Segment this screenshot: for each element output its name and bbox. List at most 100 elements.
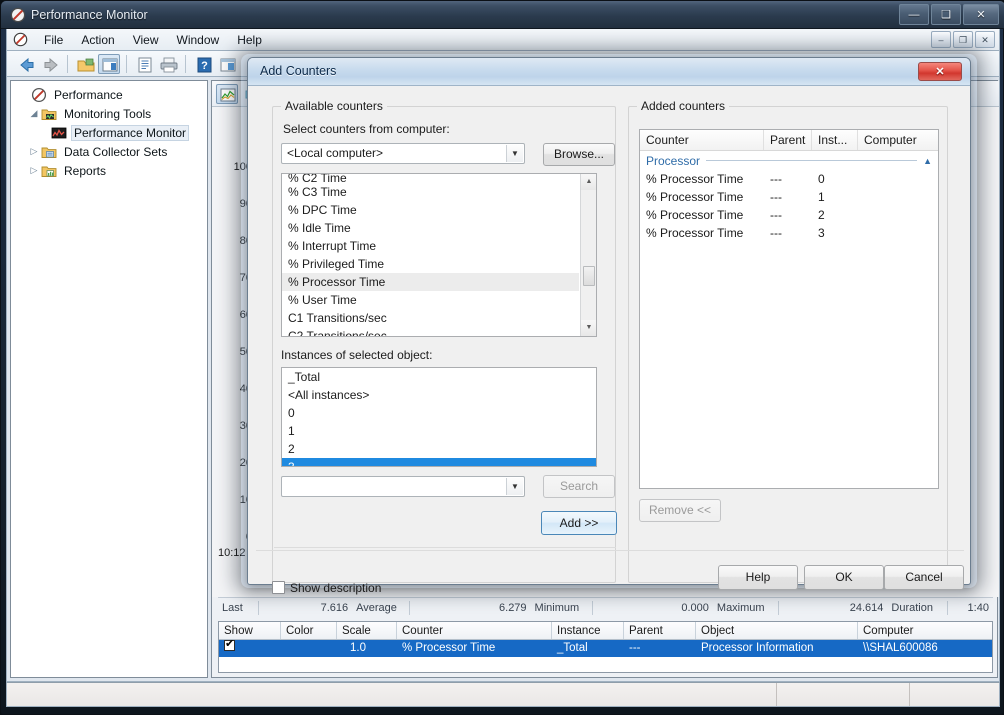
instance-list-item[interactable]: _Total <box>282 368 596 386</box>
legend-show-checkbox-cell[interactable] <box>219 640 281 657</box>
menu-view[interactable]: View <box>124 31 168 49</box>
chevron-down-icon[interactable]: ▼ <box>506 478 523 495</box>
legend-scale-cell[interactable]: 1.0 <box>345 640 405 657</box>
properties-icon[interactable] <box>98 54 120 74</box>
legend-parent-cell[interactable]: --- <box>624 640 696 657</box>
instance-list-item-selected[interactable]: 3 <box>282 458 596 466</box>
menu-window[interactable]: Window <box>168 31 229 49</box>
mdi-restore-button[interactable]: ❐ <box>953 31 973 48</box>
tree-twisty-collapsed[interactable]: ▷ <box>27 165 41 176</box>
chart-view-icon[interactable] <box>216 84 238 104</box>
export-list-icon[interactable] <box>133 54 155 74</box>
menu-file[interactable]: File <box>35 31 72 49</box>
counter-list-item[interactable]: % C3 Time <box>282 183 579 201</box>
dialog-body: Available counters Select counters from … <box>248 86 970 595</box>
legend-col-show[interactable]: Show <box>219 622 281 639</box>
legend-col-instance[interactable]: Instance <box>552 622 624 639</box>
legend-computer-cell[interactable]: \\SHAL600086 <box>858 640 992 657</box>
counter-list-item-selected[interactable]: % Processor Time <box>282 273 579 291</box>
available-counters-list[interactable]: % C2 Time % C3 Time % DPC Time % Idle Ti… <box>281 173 597 337</box>
legend-col-counter[interactable]: Counter <box>397 622 552 639</box>
print-icon[interactable] <box>157 54 179 74</box>
legend-row[interactable]: 1.0 % Processor Time _Total --- Processo… <box>219 640 992 657</box>
instance-list-item[interactable]: 2 <box>282 440 596 458</box>
added-col-counter[interactable]: Counter <box>640 130 764 150</box>
added-counter-row[interactable]: % Processor Time --- 3 <box>640 224 938 242</box>
new-window-icon[interactable] <box>216 54 238 74</box>
back-arrow-icon[interactable] <box>15 54 37 74</box>
ok-button[interactable]: OK <box>804 565 884 590</box>
tree-node-reports[interactable]: ▷ Reports <box>11 161 207 180</box>
chevron-down-icon[interactable]: ▼ <box>506 145 523 162</box>
counter-list-item[interactable]: % DPC Time <box>282 201 579 219</box>
added-counter-row[interactable]: % Processor Time --- 2 <box>640 206 938 224</box>
maximize-button[interactable]: ❑ <box>931 4 961 25</box>
legend-col-scale[interactable]: Scale <box>337 622 397 639</box>
search-combo[interactable]: ▼ <box>281 476 525 497</box>
show-hide-console-tree-icon[interactable] <box>74 54 96 74</box>
instance-list-item[interactable]: 0 <box>282 404 596 422</box>
menu-help[interactable]: Help <box>228 31 271 49</box>
legend-col-object[interactable]: Object <box>696 622 858 639</box>
menu-action[interactable]: Action <box>72 31 123 49</box>
tree-twisty-expanded[interactable]: ◢ <box>27 108 41 119</box>
legend-object-cell[interactable]: Processor Information <box>696 640 858 657</box>
counters-list-scrollbar[interactable]: ▲ ▼ <box>580 174 596 336</box>
show-description-label[interactable]: Show description <box>290 581 381 595</box>
added-counter-row[interactable]: % Processor Time --- 1 <box>640 188 938 206</box>
dialog-close-button[interactable]: ✕ <box>918 62 962 81</box>
added-counters-grid[interactable]: Counter Parent Inst... Computer Processo… <box>639 129 939 489</box>
counter-list-item[interactable]: % User Time <box>282 291 579 309</box>
instances-list[interactable]: _Total <All instances> 0 1 2 3 <box>281 367 597 467</box>
legend-col-computer[interactable]: Computer <box>858 622 992 639</box>
cancel-button[interactable]: Cancel <box>884 565 964 590</box>
instance-list-item[interactable]: <All instances> <box>282 386 596 404</box>
mdi-close-button[interactable]: ✕ <box>975 31 995 48</box>
minimize-button[interactable]: — <box>899 4 929 25</box>
counter-list-item[interactable]: C2 Transitions/sec <box>282 327 579 336</box>
help-icon[interactable]: ? <box>192 54 214 74</box>
graph-statistics-row: Last 7.616 Average 6.279 Minimum 0.000 M… <box>218 597 993 617</box>
window-controls: — ❑ ✕ <box>899 4 999 25</box>
show-checkbox[interactable] <box>224 640 235 651</box>
tree-node-monitoring-tools[interactable]: ◢ Monitoring Tools <box>11 104 207 123</box>
scrollbar-thumb[interactable] <box>583 266 595 286</box>
added-col-parent[interactable]: Parent <box>764 130 812 150</box>
counter-list-item[interactable]: % Privileged Time <box>282 255 579 273</box>
counter-list-item[interactable]: % Idle Time <box>282 219 579 237</box>
counter-list-item[interactable]: % C2 Time <box>282 174 579 183</box>
counter-list-item[interactable]: % Interrupt Time <box>282 237 579 255</box>
show-description-checkbox[interactable] <box>272 581 285 594</box>
mdi-minimize-button[interactable]: – <box>931 31 951 48</box>
forward-arrow-icon[interactable] <box>39 54 61 74</box>
scroll-up-icon[interactable]: ▲ <box>581 174 596 190</box>
chevron-up-icon[interactable]: ▲ <box>917 156 932 166</box>
legend-col-color[interactable]: Color <box>281 622 337 639</box>
legend-col-parent[interactable]: Parent <box>624 622 696 639</box>
scroll-down-icon[interactable]: ▼ <box>581 320 596 336</box>
select-computer-label: Select counters from computer: <box>283 122 450 136</box>
tree-node-performance[interactable]: Performance <box>11 85 207 104</box>
computer-select[interactable]: <Local computer> ▼ <box>281 143 525 164</box>
cancel-button-label: Cancel <box>905 570 943 584</box>
added-group-row-processor[interactable]: Processor ▲ <box>640 151 938 170</box>
remove-button[interactable]: Remove << <box>639 499 721 522</box>
counter-list-item[interactable]: C1 Transitions/sec <box>282 309 579 327</box>
added-col-instance[interactable]: Inst... <box>812 130 858 150</box>
search-button[interactable]: Search <box>543 475 615 498</box>
legend-counter-cell[interactable]: % Processor Time <box>397 640 552 657</box>
help-button[interactable]: Help <box>718 565 798 590</box>
folder-data-icon <box>41 144 57 160</box>
tree-node-performance-monitor[interactable]: Performance Monitor <box>11 123 207 142</box>
instance-list-item[interactable]: 1 <box>282 422 596 440</box>
added-counter-name: % Processor Time <box>646 172 744 186</box>
stat-last-value: 7.616 <box>320 601 349 614</box>
legend-instance-cell[interactable]: _Total <box>552 640 624 657</box>
added-counter-row[interactable]: % Processor Time --- 0 <box>640 170 938 188</box>
add-button[interactable]: Add >> <box>541 511 617 535</box>
close-button[interactable]: ✕ <box>963 4 999 25</box>
browse-button[interactable]: Browse... <box>543 143 615 166</box>
tree-twisty-collapsed[interactable]: ▷ <box>27 146 41 157</box>
added-col-computer[interactable]: Computer <box>858 130 924 150</box>
tree-node-data-collector-sets[interactable]: ▷ Data Collector Sets <box>11 142 207 161</box>
